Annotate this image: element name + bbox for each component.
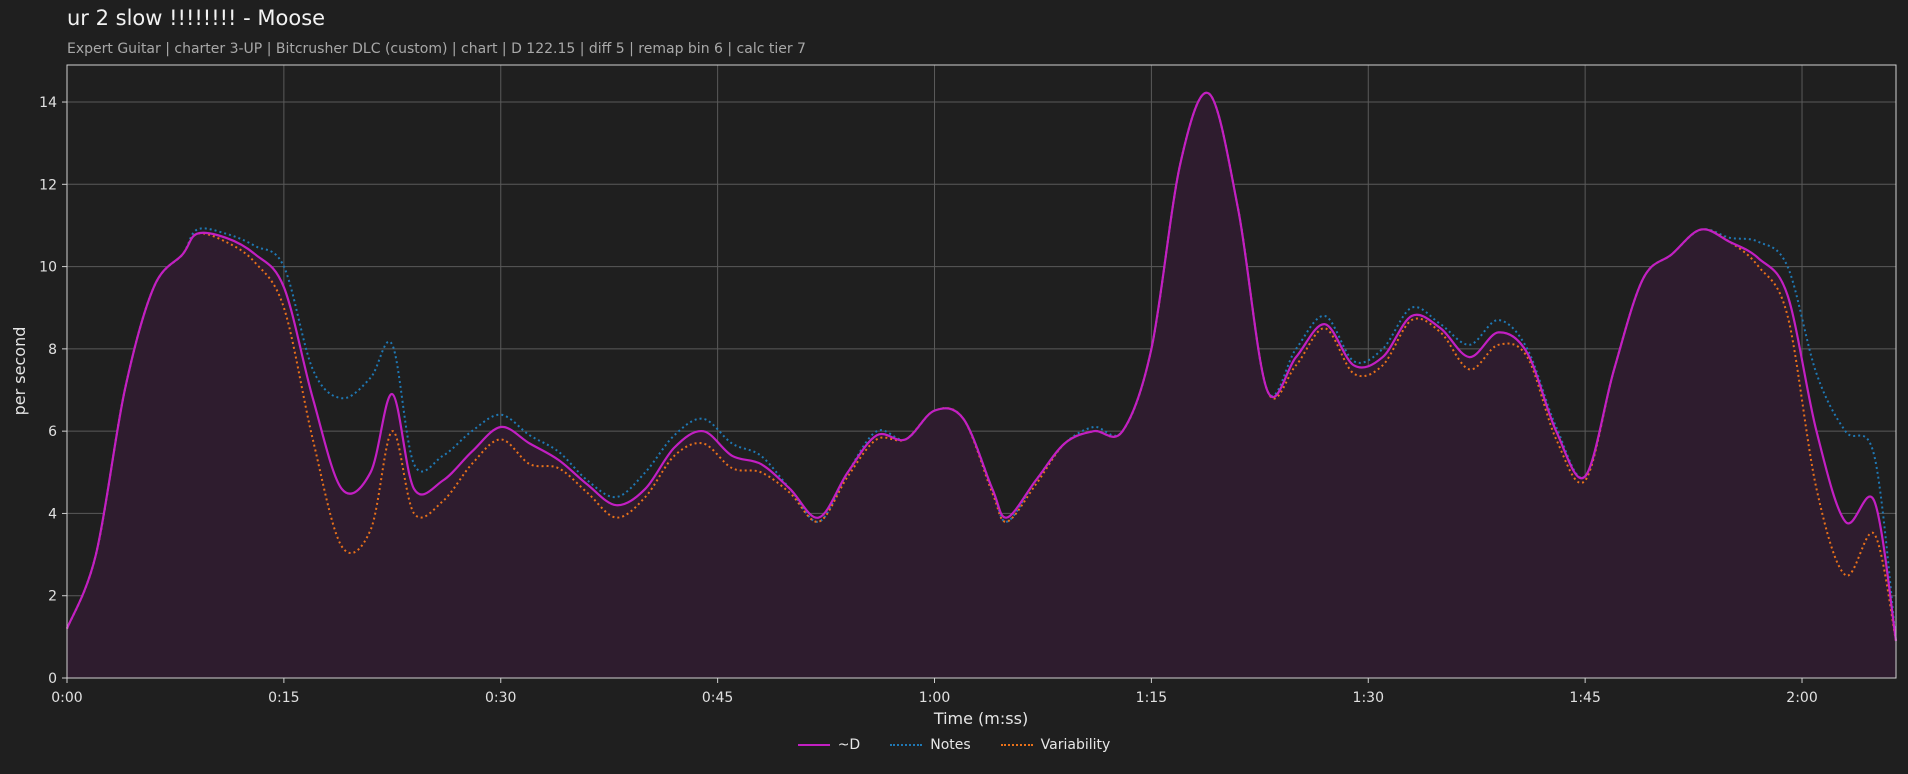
line-chart: 0:00 0:15 0:30 0:45 1:00 1:15 1:30 1:45 2:00 0 2 4 6… — [10, 64, 1898, 728]
y-tick-label: 8 — [48, 342, 57, 358]
y-tick-label: 14 — [39, 95, 57, 111]
chart-legend: ~D Notes Variability — [0, 737, 1908, 753]
legend-swatch-d — [797, 744, 830, 746]
x-axis-label: Time (m:ss) — [933, 709, 1028, 728]
area-layer — [67, 92, 1896, 678]
legend-item-variability: Variability — [1000, 737, 1111, 753]
area-fill-d — [67, 92, 1896, 678]
x-tick-label: 1:45 — [1569, 690, 1600, 706]
legend-label-notes: Notes — [930, 737, 971, 753]
y-tick-label: 2 — [48, 589, 57, 605]
x-tick-label: 1:30 — [1353, 690, 1384, 706]
legend-label-d: ~D — [837, 737, 861, 753]
y-tick-label: 10 — [39, 260, 57, 276]
legend-item-d: ~D — [797, 737, 861, 753]
y-tick-label: 12 — [39, 177, 57, 193]
x-tick-label: 0:00 — [51, 690, 82, 706]
y-tick-label: 4 — [48, 506, 57, 522]
x-tick-label: 0:45 — [702, 690, 733, 706]
x-tick-label: 1:15 — [1136, 690, 1167, 706]
y-tick-label: 6 — [48, 424, 57, 440]
x-tick-label: 2:00 — [1786, 690, 1817, 706]
legend-swatch-notes — [890, 744, 923, 746]
x-tick-label: 0:30 — [485, 690, 516, 706]
y-tick-label: 0 — [48, 671, 57, 687]
legend-label-variability: Variability — [1040, 737, 1111, 753]
x-tick-label: 1:00 — [919, 690, 950, 706]
y-axis-label: per second — [10, 327, 29, 416]
legend-item-notes: Notes — [890, 737, 971, 753]
legend-swatch-variability — [1000, 744, 1033, 746]
x-tick-label: 0:15 — [268, 690, 299, 706]
